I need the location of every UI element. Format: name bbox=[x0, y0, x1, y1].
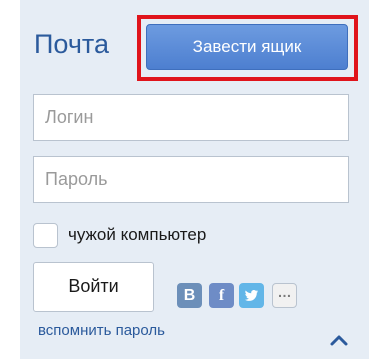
login-button[interactable]: Войти bbox=[33, 262, 154, 312]
twitter-bird-glyph bbox=[245, 290, 258, 301]
foreign-computer-checkbox[interactable] bbox=[33, 222, 58, 248]
password-input[interactable] bbox=[33, 156, 349, 203]
twitter-icon[interactable] bbox=[239, 283, 264, 308]
mail-title: Почта bbox=[34, 29, 109, 59]
foreign-computer-row: чужой компьютер bbox=[33, 220, 206, 250]
vk-icon[interactable]: B bbox=[177, 283, 202, 308]
facebook-icon[interactable]: f bbox=[209, 283, 234, 308]
chevron-up-icon[interactable] bbox=[329, 333, 349, 347]
login-input[interactable] bbox=[33, 94, 349, 141]
foreign-computer-label[interactable]: чужой компьютер bbox=[68, 225, 206, 245]
forgot-password-link[interactable]: вспомнить пароль bbox=[38, 322, 165, 339]
more-icon[interactable]: … bbox=[272, 283, 297, 308]
highlight-frame bbox=[137, 15, 358, 81]
